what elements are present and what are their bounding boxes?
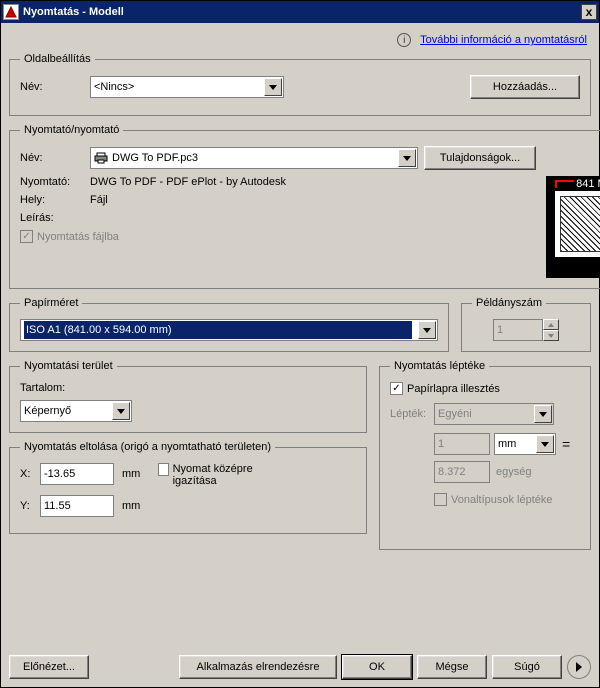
scale-drawing-input: 1 <box>434 433 490 455</box>
chevron-down-icon <box>534 405 552 423</box>
app-icon <box>3 4 19 20</box>
spin-up-icon <box>543 319 559 330</box>
page-setup-group: Oldalbeállítás Név: <Nincs> Hozzáadás... <box>9 53 591 116</box>
cancel-button[interactable]: Mégse <box>417 655 487 679</box>
fit-to-paper-checkbox[interactable] <box>390 382 403 395</box>
equals-sign: = <box>562 436 570 452</box>
scale-units-input: 8.372 <box>434 461 490 483</box>
x-unit: mm <box>122 468 140 480</box>
page-setup-legend: Oldalbeállítás <box>20 53 95 65</box>
printer-printer-label: Nyomtató: <box>20 176 90 188</box>
printer-icon <box>94 152 108 164</box>
x-label: X: <box>20 468 40 480</box>
printer-properties-button[interactable]: Tulajdonságok... <box>424 146 536 170</box>
printer-place-label: Hely: <box>20 194 90 206</box>
plot-offset-legend: Nyomtatás eltolása (origó a nyomtatható … <box>20 441 275 453</box>
plot-offset-group: Nyomtatás eltolása (origó a nyomtatható … <box>9 441 367 534</box>
chevron-down-icon[interactable] <box>536 435 554 453</box>
info-icon: i <box>397 33 411 47</box>
plot-area-group: Nyomtatási terület Tartalom: Képernyő <box>9 360 367 433</box>
paper-legend: Papírméret <box>20 297 82 309</box>
chevron-down-icon[interactable] <box>264 78 282 96</box>
chevron-down-icon[interactable] <box>112 402 130 420</box>
copies-spinner <box>543 319 559 341</box>
printer-legend: Nyomtató/nyomtató <box>20 124 123 136</box>
paper-size-value: ISO A1 (841.00 x 594.00 mm) <box>24 321 412 339</box>
chevron-down-icon[interactable] <box>418 321 436 339</box>
plot-to-file-label: Nyomtatás fájlba <box>37 231 119 243</box>
ok-button[interactable]: OK <box>342 655 412 679</box>
scale-lineweights-checkbox <box>434 493 447 506</box>
printer-name-value: DWG To PDF.pc3 <box>112 152 198 164</box>
copies-input: 1 <box>493 319 543 341</box>
plot-scale-group: Nyomtatás léptéke Papírlapra illesztés L… <box>379 360 591 550</box>
plot-scale-legend: Nyomtatás léptéke <box>390 360 489 372</box>
copies-group: Példányszám 1 <box>461 297 591 352</box>
preview-width: 841 MM <box>574 178 600 190</box>
page-name-select[interactable]: <Nincs> <box>90 76 284 98</box>
scale-unit-value: mm <box>498 438 516 450</box>
x-input[interactable]: -13.65 <box>40 463 114 485</box>
center-label: Nyomat középre igazítása <box>173 463 269 487</box>
paper-size-group: Papírméret ISO A1 (841.00 x 594.00 mm) <box>9 297 449 352</box>
bottom-bar: Előnézet... Alkalmazás elrendezésre OK M… <box>9 655 591 679</box>
printer-group: Nyomtató/nyomtató Név: DWG To PDF.pc3 <box>9 124 600 289</box>
printer-printer-value: DWG To PDF - PDF ePlot - by Autodesk <box>90 176 286 188</box>
window-title: Nyomtatás - Modell <box>23 6 581 18</box>
y-unit: mm <box>122 500 140 512</box>
spin-down-icon <box>543 330 559 341</box>
chevron-down-icon[interactable] <box>398 149 416 167</box>
titlebar: Nyomtatás - Modell x <box>1 1 599 23</box>
close-button[interactable]: x <box>581 4 597 20</box>
help-button[interactable]: Súgó <box>492 655 562 679</box>
page-name-label: Név: <box>20 81 90 93</box>
content-value: Képernyő <box>24 405 71 417</box>
content-select[interactable]: Képernyő <box>20 400 132 422</box>
printer-name-select[interactable]: DWG To PDF.pc3 <box>90 147 418 169</box>
y-label: Y: <box>20 500 40 512</box>
more-info-link[interactable]: További információ a nyomtatásról <box>420 34 587 46</box>
scale-value: Egyéni <box>438 408 472 420</box>
paper-size-select[interactable]: ISO A1 (841.00 x 594.00 mm) <box>20 319 438 341</box>
y-input[interactable]: 11.55 <box>40 495 114 517</box>
printer-place-value: Fájl <box>90 194 108 206</box>
scale-label: Lépték: <box>390 408 434 420</box>
center-checkbox[interactable] <box>158 463 168 476</box>
fit-to-paper-label: Papírlapra illesztés <box>407 383 500 395</box>
preview-button[interactable]: Előnézet... <box>9 655 89 679</box>
scale-unit-select[interactable]: mm <box>494 433 556 455</box>
plot-area-legend: Nyomtatási terület <box>20 360 117 372</box>
scale-select: Egyéni <box>434 403 554 425</box>
copies-legend: Példányszám <box>472 297 546 309</box>
content-label: Tartalom: <box>20 382 356 394</box>
scale-unit-word: egység <box>496 466 531 478</box>
add-button[interactable]: Hozzáadás... <box>470 75 580 99</box>
page-name-value: <Nincs> <box>94 81 134 93</box>
printer-desc-label: Leírás: <box>20 212 90 224</box>
scale-lineweights-label: Vonaltípusok léptéke <box>451 494 553 506</box>
paper-preview: 841 MM 594 MM <box>546 176 600 278</box>
expand-button[interactable] <box>567 655 591 679</box>
apply-layout-button[interactable]: Alkalmazás elrendezésre <box>179 655 337 679</box>
plot-to-file-checkbox <box>20 230 33 243</box>
printer-name-label: Név: <box>20 152 90 164</box>
